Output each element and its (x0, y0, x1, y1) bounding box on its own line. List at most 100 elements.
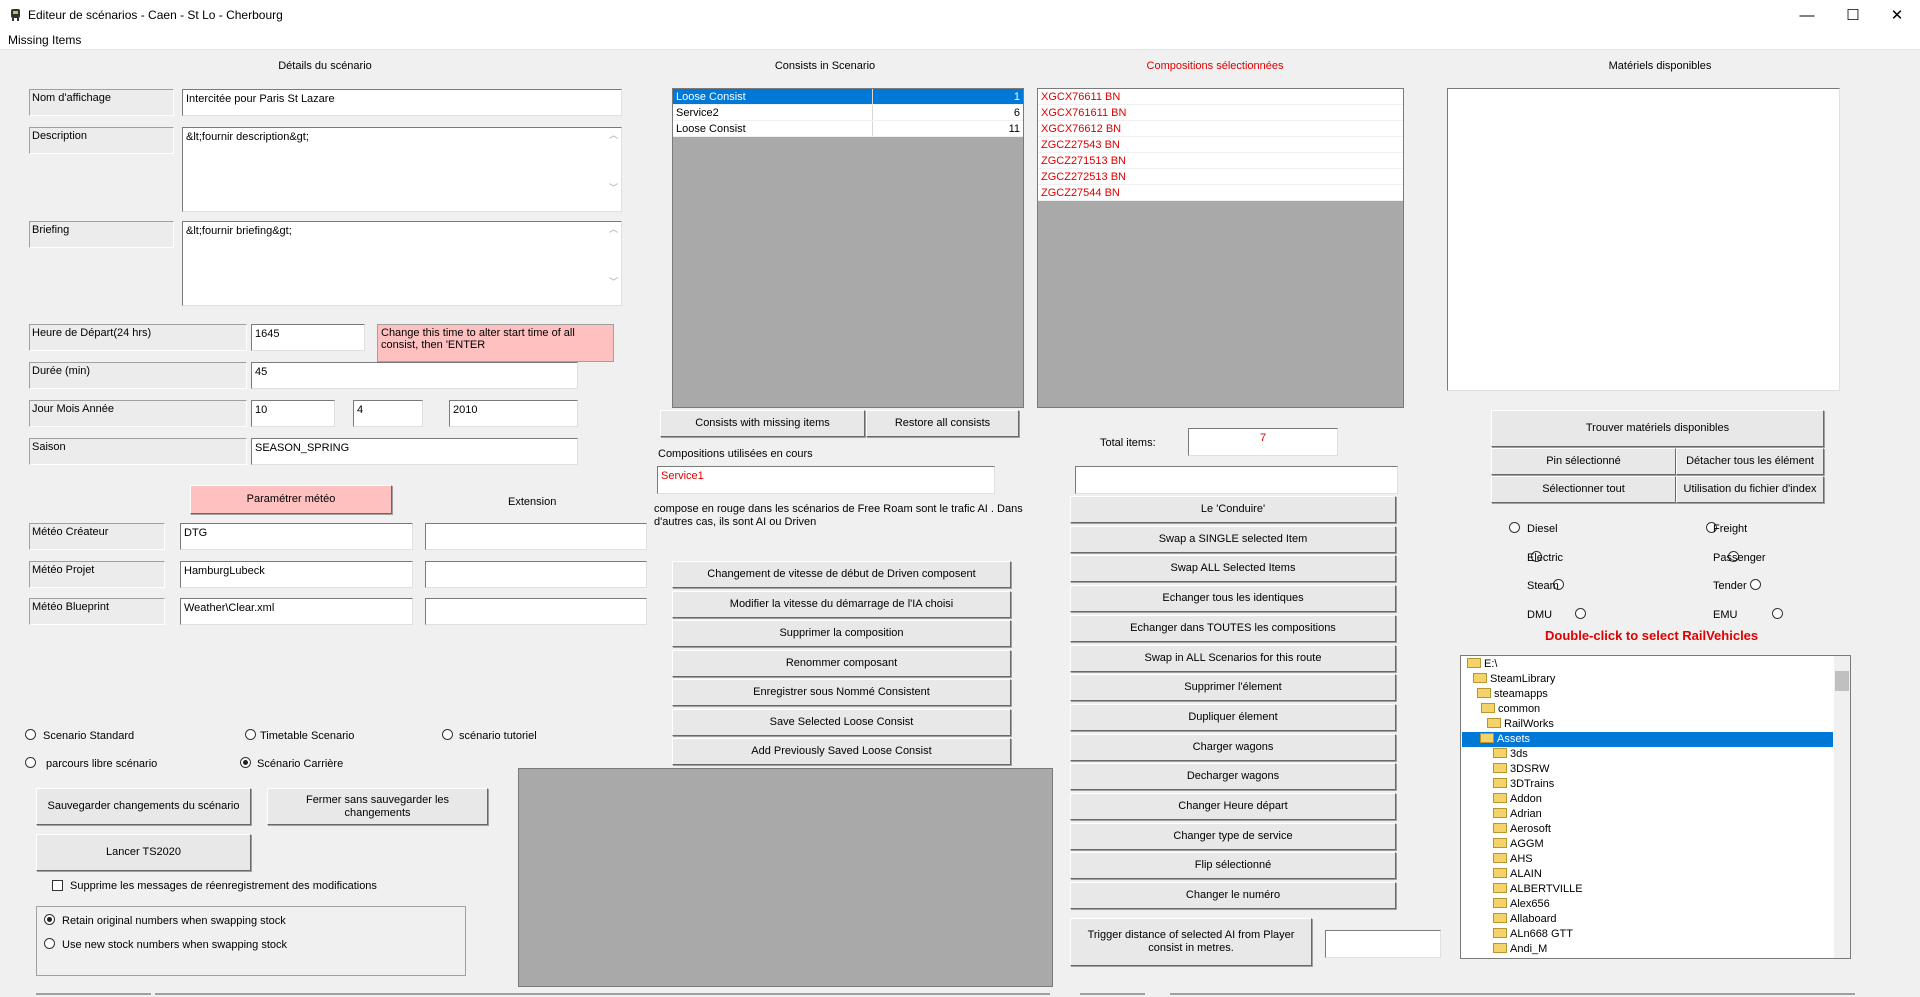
radio-retain-numbers[interactable] (44, 914, 55, 928)
briefing-field[interactable]: &lt;fournir briefing&gt; ︿ ﹀ (182, 221, 622, 306)
radio-free-roam[interactable] (25, 757, 36, 771)
consist-action-button[interactable]: Enregistrer sous Nommé Consistent (672, 679, 1011, 706)
tree-node[interactable]: common (1481, 702, 1543, 717)
in-use-field[interactable]: Service1 (657, 466, 995, 494)
consists-missing-button[interactable]: Consists with missing items (660, 410, 865, 437)
tree-node[interactable]: Adrian (1493, 807, 1545, 822)
menu-missing-items[interactable]: Missing Items (8, 33, 81, 47)
radio-tutorial-circle[interactable] (442, 729, 453, 740)
weather-blueprint-extension-field[interactable] (425, 598, 647, 625)
description-field[interactable]: &lt;fournir description&gt; ︿ ﹀ (182, 127, 622, 212)
consist-action-button[interactable]: Changement de vitesse de début de Driven… (672, 561, 1011, 588)
trigger-distance-field[interactable] (1325, 930, 1441, 958)
tree-node[interactable]: SteamLibrary (1473, 672, 1558, 687)
pin-selected-button[interactable]: Pin sélectionné (1491, 448, 1676, 475)
month-field[interactable]: 4 (353, 400, 423, 427)
consist-action-button[interactable]: Renommer composant (672, 649, 1011, 677)
vehicle-type-radio[interactable] (1772, 607, 1783, 619)
tree-node[interactable]: AGGM (1493, 837, 1547, 852)
tree-node[interactable]: steamapps (1477, 687, 1551, 702)
radio-free-roam-circle[interactable] (25, 757, 36, 768)
maximize-button[interactable]: ☐ (1830, 0, 1876, 30)
briefing-scrollbar[interactable]: ︿ ﹀ (606, 222, 621, 305)
selected-filter-field[interactable] (1075, 466, 1398, 494)
description-scrollbar[interactable]: ︿ ﹀ (606, 128, 621, 211)
vehicle-type-radio[interactable] (1575, 607, 1586, 619)
selected-item-row[interactable]: ZGCZ271513 BN (1038, 153, 1403, 169)
selected-item-row[interactable]: ZGCZ27544 BN (1038, 185, 1403, 201)
selected-action-button[interactable]: Supprimer l'élement (1070, 674, 1396, 702)
tree-node[interactable]: 3DSRW (1493, 762, 1553, 777)
radio-new-numbers[interactable] (44, 938, 55, 952)
vehicle-type-radio[interactable] (1750, 579, 1761, 590)
restore-consists-button[interactable]: Restore all consists (866, 410, 1019, 437)
selected-item-row[interactable]: XGCX761611 BN (1038, 105, 1403, 121)
tree-node[interactable]: ALn668 GTT (1493, 927, 1576, 942)
duration-field[interactable]: 45 (251, 362, 578, 389)
tree-node[interactable]: 3DTrains (1493, 777, 1557, 792)
selected-action-button[interactable]: Echanger tous les identiques (1070, 585, 1396, 613)
tree-node[interactable]: Addon (1493, 792, 1545, 807)
weather-creator-field[interactable]: DTG (180, 523, 413, 550)
radio-timetable-circle[interactable] (245, 729, 256, 740)
selected-action-button[interactable]: Flip sélectionné (1070, 852, 1396, 880)
tree-node[interactable]: E:\ (1467, 657, 1500, 672)
radio-career-circle[interactable] (240, 757, 251, 768)
detach-all-button[interactable]: Détacher tous les élément (1676, 448, 1824, 475)
launch-ts2020-button[interactable]: Lancer TS2020 (36, 834, 251, 871)
radio-standard[interactable] (25, 729, 36, 743)
tree-node[interactable]: Alex656 (1493, 897, 1553, 912)
radio-new-numbers-circle[interactable] (44, 938, 55, 949)
folder-tree-scrollbar[interactable] (1834, 656, 1850, 958)
tree-node[interactable]: Andi_M (1493, 942, 1550, 957)
tree-node[interactable]: ALBERTVILLE (1493, 882, 1586, 897)
consist-row[interactable]: Loose Consist 11 (673, 121, 1023, 137)
weather-project-field[interactable]: HamburgLubeck (180, 561, 413, 588)
radio-retain-numbers-circle[interactable] (44, 914, 55, 925)
select-all-button[interactable]: Sélectionner tout (1491, 476, 1676, 503)
weather-creator-extension-field[interactable] (425, 523, 647, 550)
selected-item-row[interactable]: XGCX76611 BN (1038, 89, 1403, 105)
selected-item-row[interactable]: XGCX76612 BN (1038, 121, 1403, 137)
consist-action-button[interactable]: Add Previously Saved Loose Consist (672, 738, 1011, 765)
close-without-saving-button[interactable]: Fermer sans sauvegarder les changements (267, 788, 488, 825)
consist-action-button[interactable]: Supprimer la composition (672, 620, 1011, 647)
tree-node[interactable]: Aerosoft (1493, 822, 1554, 837)
selected-items-list[interactable]: XGCX76611 BN XGCX761611 BN XGCX76612 BN ZGC… (1037, 88, 1404, 408)
start-time-field[interactable]: 1645 (251, 324, 365, 351)
tree-node[interactable]: AHS (1493, 852, 1536, 867)
tree-node[interactable]: RailWorks (1487, 717, 1557, 732)
selected-action-button[interactable]: Echanger dans TOUTES les compositions (1070, 614, 1396, 642)
consist-action-button[interactable]: Modifier la vitesse du démarrage de l'IA… (672, 590, 1011, 618)
tree-node[interactable]: ALAIN (1493, 867, 1545, 882)
selected-action-button[interactable]: Changer type de service (1070, 822, 1396, 850)
index-file-button[interactable]: Utilisation du fichier d'index (1676, 476, 1824, 503)
year-field[interactable]: 2010 (449, 400, 578, 427)
selected-item-row[interactable]: ZGCZ27543 BN (1038, 137, 1403, 153)
weather-settings-button[interactable]: Paramétrer météo (190, 485, 392, 514)
selected-action-button[interactable]: Changer Heure départ (1070, 793, 1396, 820)
consist-row[interactable]: Loose Consist 1 (673, 89, 1023, 105)
minimize-button[interactable]: — (1784, 0, 1830, 30)
day-field[interactable]: 10 (251, 400, 335, 427)
selected-action-button[interactable]: Changer le numéro (1070, 882, 1396, 910)
folder-tree-scroll-thumb[interactable] (1835, 671, 1849, 691)
selected-action-button[interactable]: Dupliquer élement (1070, 703, 1396, 731)
tree-node[interactable]: Assets (1462, 732, 1833, 747)
selected-action-button[interactable]: Charger wagons (1070, 733, 1396, 761)
radio-timetable[interactable] (245, 729, 256, 743)
selected-action-button[interactable]: Swap a SINGLE selected Item (1070, 525, 1396, 553)
radio-career[interactable] (240, 757, 251, 771)
vehicle-type-radio[interactable] (1509, 522, 1520, 533)
weather-project-extension-field[interactable] (425, 561, 647, 588)
weather-blueprint-field[interactable]: Weather\Clear.xml (180, 598, 413, 625)
radio-tutorial[interactable] (442, 729, 453, 743)
selected-action-button[interactable]: Swap ALL Selected Items (1070, 555, 1396, 583)
tree-node[interactable]: 3ds (1493, 747, 1531, 762)
folder-tree[interactable]: E:\ SteamLibrary steamapps common RailWorks A… (1460, 655, 1851, 959)
radio-standard-circle[interactable] (25, 729, 36, 740)
trigger-distance-button[interactable]: Trigger distance of selected AI from Pla… (1070, 918, 1312, 966)
close-button[interactable]: ✕ (1874, 0, 1920, 30)
consists-list[interactable]: Loose Consist 1 Service2 6 Loose Consist 11 (672, 88, 1024, 408)
consist-row[interactable]: Service2 6 (673, 105, 1023, 121)
